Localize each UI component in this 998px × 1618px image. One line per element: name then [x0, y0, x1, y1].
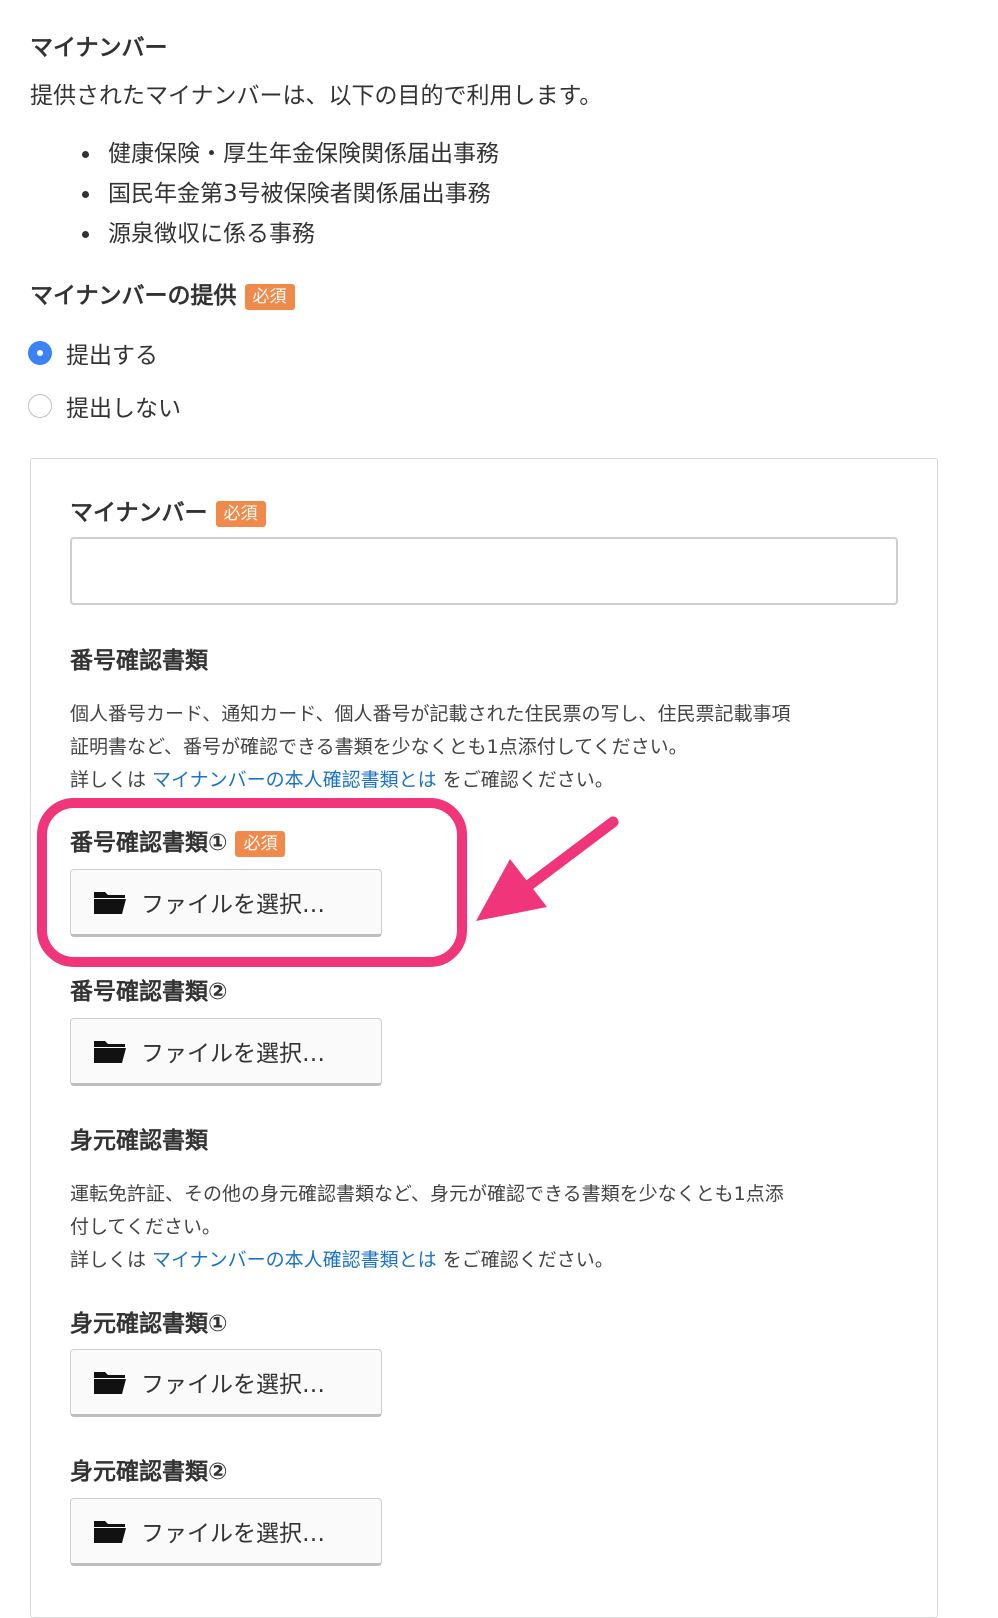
annotation-overlay — [37, 798, 619, 967]
highlight-box — [37, 798, 467, 967]
arrow-annotation-icon — [476, 816, 619, 921]
